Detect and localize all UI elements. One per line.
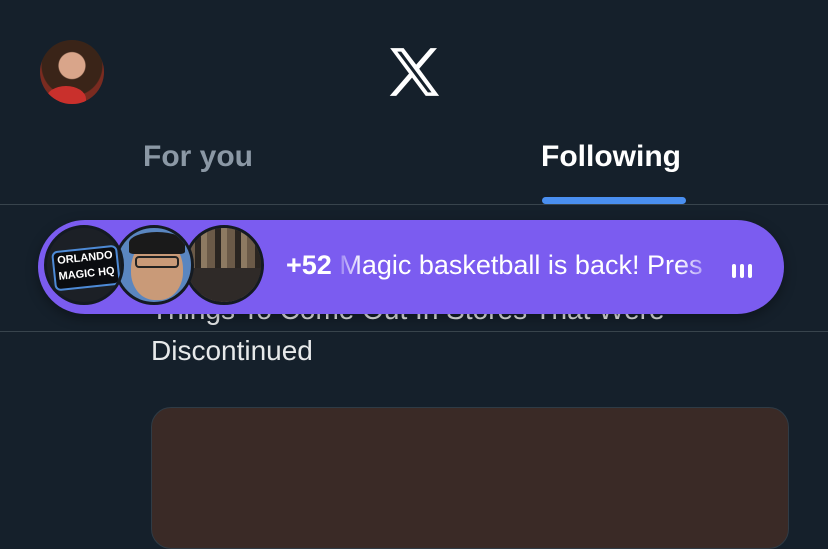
audio-bars-icon: [732, 256, 754, 278]
tweet-media[interactable]: [151, 407, 789, 549]
top-header: For you Following: [0, 0, 828, 205]
x-logo-icon[interactable]: [388, 48, 440, 96]
orlando-magic-logo: ORLANDO MAGIC HQ: [51, 244, 121, 292]
avatar-shirt: [46, 86, 86, 104]
header-divider: [0, 204, 828, 205]
space-title: Magic basketball is back! Pres: [339, 250, 703, 280]
host-glasses: [135, 256, 179, 268]
listener-count: +52: [286, 250, 332, 280]
host-hair: [129, 232, 185, 254]
crowd-image-lower: [187, 268, 261, 302]
text-fade-right: [678, 244, 722, 290]
tweet-title-line: Discontinued: [151, 335, 313, 366]
profile-avatar[interactable]: [40, 40, 104, 104]
tab-for-you[interactable]: For you: [143, 140, 253, 174]
space-avatar-host: [114, 225, 194, 305]
spaces-live-pill[interactable]: ORLANDO MAGIC HQ +52 Magic basketball is…: [38, 220, 784, 314]
pill-divider: [0, 331, 828, 332]
space-avatar-crowd: [184, 225, 264, 305]
space-avatar-orlando-magic-hq: ORLANDO MAGIC HQ: [44, 225, 124, 305]
tweet-title[interactable]: Things To Come Out In Stores That Were D…: [151, 310, 791, 372]
active-tab-indicator: [542, 197, 686, 204]
tab-following[interactable]: Following: [541, 140, 681, 174]
text-fade-left: [332, 244, 362, 290]
